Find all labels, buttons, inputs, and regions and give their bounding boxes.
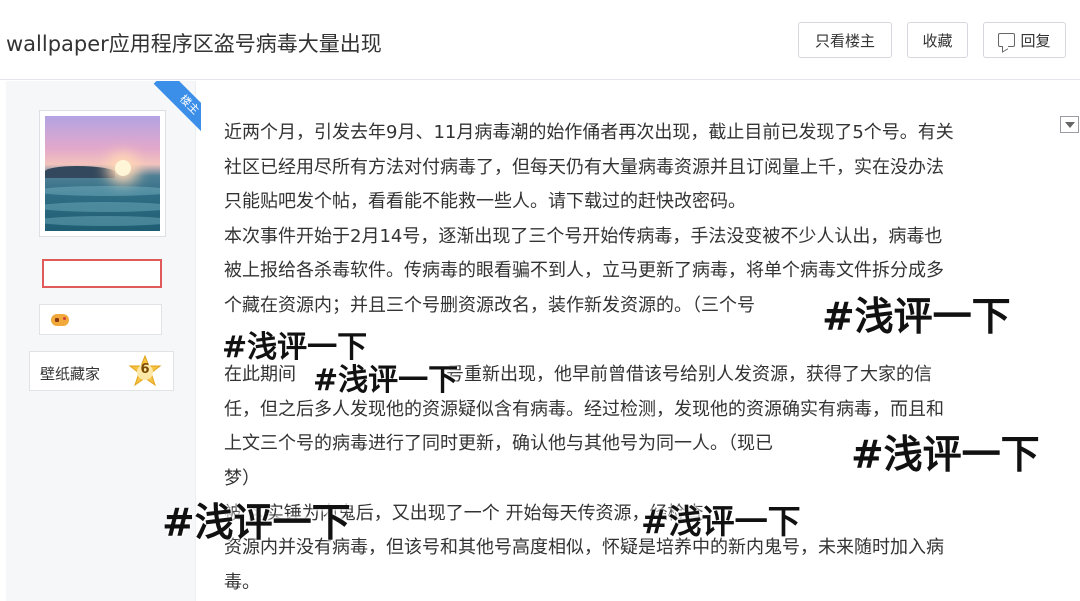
game-controller-icon: [51, 314, 69, 326]
post-line: 近两个月，引发去年9月、11月病毒潮的始作俑者再次出现，截止目前已发现了5个号。…: [224, 122, 954, 143]
post-line: 社区已经用尽所有方法对付病毒了，但每天仍有大量病毒资源并且订阅量上千，实在没办法: [224, 156, 944, 178]
post-line-tail: 号重新出现，他早前曾借该号给别人发资源，获得了大家的信: [446, 364, 932, 386]
level-title: 壁纸藏家: [40, 365, 101, 383]
level-badge[interactable]: 壁纸藏家 6: [29, 351, 174, 391]
reply-label: 回复: [1020, 31, 1051, 50]
watermark-text: #浅评一下: [822, 295, 1011, 340]
game-badge[interactable]: [39, 304, 162, 335]
watermark-text: #浅评一下: [313, 363, 459, 398]
thread-title: wallpaper应用程序区盗号病毒大量出现: [6, 32, 382, 56]
post-line: 被上报给各杀毒软件。传病毒的眼看骗不到人，立马更新了病毒，将单个病毒文件拆分成多: [224, 260, 944, 282]
thread-header: wallpaper应用程序区盗号病毒大量出现 只看楼主 收藏 回复: [0, 0, 1080, 80]
post-line: 只能贴吧发个帖，看看能不能救一些人。请下载过的赶快改密码。: [224, 191, 746, 213]
watermark-text: #浅评一下: [641, 502, 801, 541]
reply-button[interactable]: 回复: [983, 22, 1066, 58]
level-star-icon: 6: [128, 354, 162, 389]
collapse-icon[interactable]: [1060, 116, 1079, 133]
avatar-image: [45, 116, 160, 231]
watermark-text: #浅评一下: [162, 501, 351, 546]
username-redacted[interactable]: [42, 259, 162, 288]
watermark-text: #浅评一下: [851, 433, 1040, 478]
level-number: 6: [140, 362, 150, 377]
only-op-button[interactable]: 只看楼主: [798, 22, 892, 58]
reply-icon: [998, 33, 1016, 47]
post-line: 本次事件开始于2月14号，逐渐出现了三个号开始传病毒，手法没变被不少人认出，病毒…: [224, 225, 943, 247]
avatar[interactable]: [39, 110, 166, 237]
post-line: 毒。: [224, 571, 260, 593]
favorite-button[interactable]: 收藏: [907, 22, 968, 58]
post-line-head: 在此期间: [224, 364, 296, 386]
